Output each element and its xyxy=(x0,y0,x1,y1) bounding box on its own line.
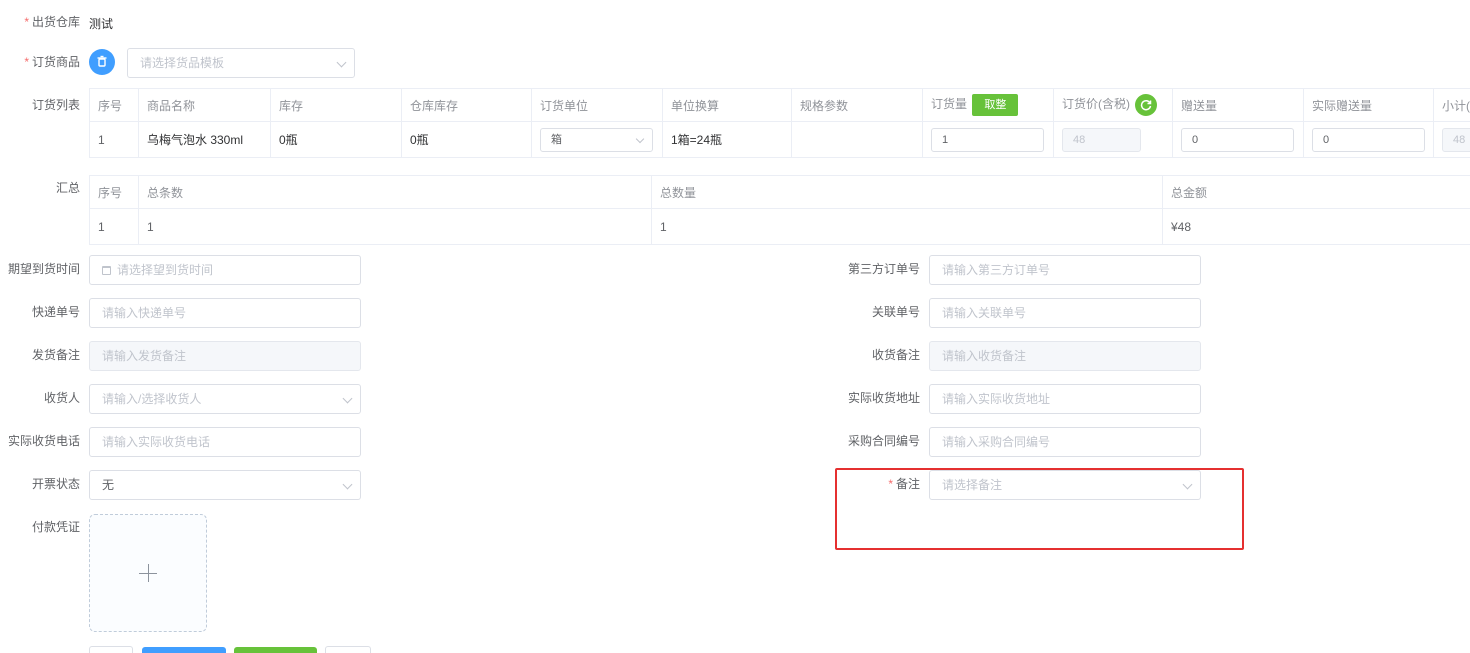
quantity-input[interactable]: 1 xyxy=(931,127,1044,152)
summary-table: 序号 总条数 总数量 总金额 1 1 1 ¥48 xyxy=(89,175,1470,245)
highlight-box xyxy=(835,468,1244,550)
related-number-input[interactable]: 请输入关联单号 xyxy=(929,298,1201,328)
table-row: 1 乌梅气泡水 330ml 0瓶 0瓶 箱 1箱=24瓶 1 48 0 0 48 xyxy=(89,121,1470,158)
chevron-down-icon xyxy=(635,134,645,143)
cell-gift: 0 xyxy=(1172,121,1304,158)
actual-address-label: 实际收货地址 xyxy=(847,391,920,405)
chevron-down-icon xyxy=(342,479,353,490)
gift-input[interactable]: 0 xyxy=(1181,127,1294,152)
cell-warehouse-stock: 0瓶 xyxy=(401,121,532,158)
summary-cell: 1 xyxy=(89,208,139,245)
expected-arrival-date-input[interactable]: 请选择望到货时间 xyxy=(89,255,361,285)
goods-template-placeholder: 请选择货品模板 xyxy=(140,56,225,70)
warehouse-value: 测试 xyxy=(89,17,114,31)
third-party-order-label: 第三方订单号 xyxy=(847,262,920,276)
actual-gift-input[interactable]: 0 xyxy=(1312,127,1425,152)
order-list-table: 序号 商品名称 库存 仓库库存 订货单位 单位换算 规格参数 订货量 取整 订货… xyxy=(89,88,1470,158)
footer-success-button[interactable] xyxy=(234,647,317,653)
express-number-input[interactable]: 请输入快递单号 xyxy=(89,298,361,328)
summary-cell: 1 xyxy=(138,208,652,245)
footer-button[interactable] xyxy=(89,646,133,653)
goods-template-select[interactable]: 请选择货品模板 xyxy=(127,48,355,78)
actual-address-input[interactable]: 请输入实际收货地址 xyxy=(929,384,1201,414)
cell-quantity: 1 xyxy=(922,121,1054,158)
col-header: 订货单位 xyxy=(531,88,663,122)
goods-label: * 订货商品 xyxy=(24,55,80,69)
contract-number-label: 采购合同编号 xyxy=(847,434,920,448)
chevron-down-icon xyxy=(336,57,347,68)
third-party-order-input[interactable]: 请输入第三方订单号 xyxy=(929,255,1201,285)
cell-spec xyxy=(791,121,923,158)
cell-actual-gift: 0 xyxy=(1303,121,1434,158)
col-header: 仓库库存 xyxy=(401,88,532,122)
summary-header: 总金额 xyxy=(1162,175,1470,209)
summary-cell: 1 xyxy=(651,208,1163,245)
summary-header: 总条数 xyxy=(138,175,652,209)
round-button[interactable]: 取整 xyxy=(972,94,1019,116)
cell-price: 48 xyxy=(1053,121,1173,158)
expected-arrival-label: 期望到货时间 xyxy=(7,262,80,276)
invoice-status-label: 开票状态 xyxy=(31,477,80,491)
payment-proof-label: 付款凭证 xyxy=(31,520,80,534)
summary-header: 序号 xyxy=(89,175,139,209)
cell-index: 1 xyxy=(89,121,139,158)
cell-product-name: 乌梅气泡水 330ml xyxy=(138,121,271,158)
consignee-label: 收货人 xyxy=(43,391,80,405)
col-header: 小计(含 xyxy=(1433,88,1470,122)
cell-subtotal: 48 xyxy=(1433,121,1470,158)
payment-proof-upload[interactable] xyxy=(89,514,207,632)
invoice-status-select[interactable]: 无 xyxy=(89,470,361,500)
price-input: 48 xyxy=(1062,127,1141,152)
consignee-select[interactable]: 请输入/选择收货人 xyxy=(89,384,361,414)
actual-phone-input[interactable]: 请输入实际收货电话 xyxy=(89,427,361,457)
col-header-quantity: 订货量 取整 xyxy=(922,88,1054,122)
delete-goods-button[interactable] xyxy=(89,49,115,75)
order-list-label: 订货列表 xyxy=(31,98,80,112)
col-header: 规格参数 xyxy=(791,88,923,122)
cell-conversion: 1箱=24瓶 xyxy=(662,121,792,158)
related-number-label: 关联单号 xyxy=(871,305,920,319)
col-header: 赠送量 xyxy=(1172,88,1304,122)
actual-phone-label: 实际收货电话 xyxy=(7,434,80,448)
receiving-remark-label: 收货备注 xyxy=(871,348,920,362)
footer-button[interactable] xyxy=(325,646,371,653)
cell-stock: 0瓶 xyxy=(270,121,402,158)
unit-select[interactable]: 箱 xyxy=(540,127,653,152)
contract-number-input[interactable]: 请输入采购合同编号 xyxy=(929,427,1201,457)
summary-cell: ¥48 xyxy=(1162,208,1470,245)
col-header: 商品名称 xyxy=(138,88,271,122)
footer-primary-button[interactable] xyxy=(142,647,226,653)
express-number-label: 快递单号 xyxy=(31,305,80,319)
col-header: 库存 xyxy=(270,88,402,122)
subtotal-input: 48 xyxy=(1442,127,1470,152)
table-row: 1 1 1 ¥48 xyxy=(89,208,1470,245)
refresh-price-button[interactable] xyxy=(1135,94,1158,116)
shipping-remark-label: 发货备注 xyxy=(31,348,80,362)
summary-header: 总数量 xyxy=(651,175,1163,209)
trash-icon xyxy=(97,55,107,67)
chevron-down-icon xyxy=(342,393,353,404)
col-header: 实际赠送量 xyxy=(1303,88,1434,122)
col-header: 序号 xyxy=(89,88,139,122)
calendar-icon xyxy=(102,266,111,275)
summary-label: 汇总 xyxy=(55,181,80,195)
receiving-remark-input: 请输入收货备注 xyxy=(929,341,1201,371)
refresh-icon xyxy=(1141,99,1152,111)
col-header: 单位换算 xyxy=(662,88,792,122)
col-header-price: 订货价(含税) xyxy=(1053,88,1173,122)
warehouse-label: * 出货仓库 xyxy=(24,15,80,29)
cell-unit: 箱 xyxy=(531,121,663,158)
shipping-remark-input: 请输入发货备注 xyxy=(89,341,361,371)
